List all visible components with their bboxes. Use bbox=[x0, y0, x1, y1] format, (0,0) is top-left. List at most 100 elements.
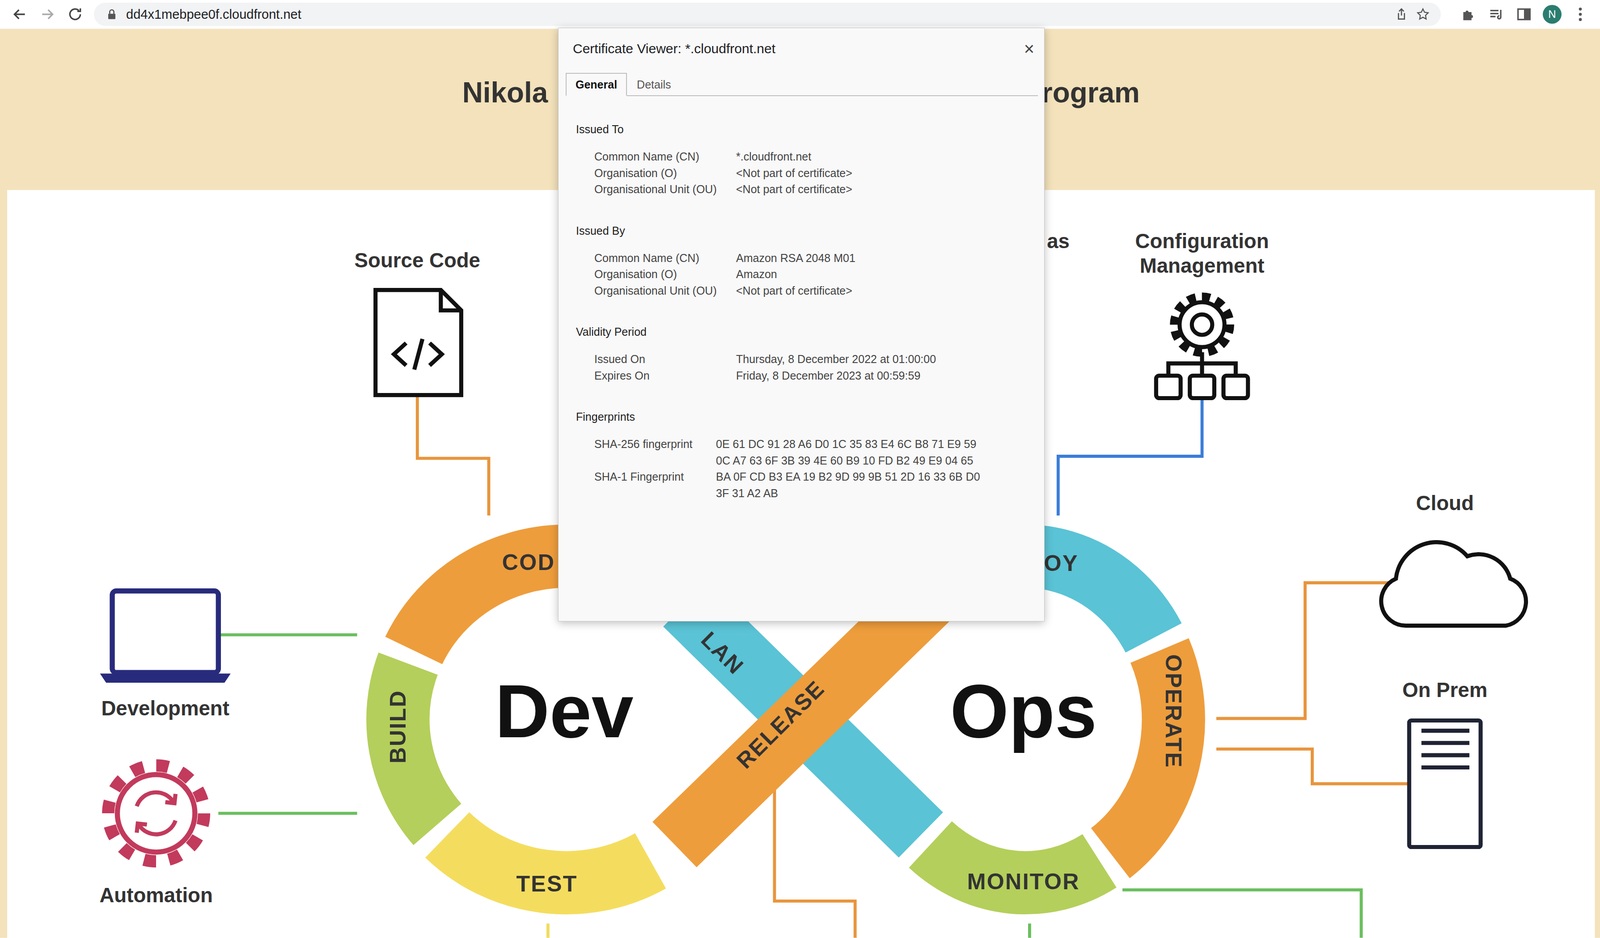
share-icon[interactable] bbox=[1394, 7, 1409, 22]
connector-line bbox=[1028, 923, 1032, 938]
cert-section: Issued To Common Name (CN)*.cloudfront.ne… bbox=[575, 121, 1036, 198]
node-label: Development bbox=[101, 697, 230, 720]
partial-node-label: as bbox=[1046, 229, 1070, 253]
close-button[interactable]: × bbox=[1024, 40, 1035, 57]
field-value: <Not part of certificate> bbox=[736, 181, 1036, 198]
field-list: Common Name (CN)*.cloudfront.netOrganisa… bbox=[575, 148, 1036, 198]
page-title-right: rogram bbox=[1041, 76, 1140, 109]
field-label: Organisation (O) bbox=[594, 165, 737, 182]
cert-section: Issued By Common Name (CN)Amazon RSA 2048… bbox=[575, 222, 1036, 300]
field-label: SHA-256 fingerprint bbox=[594, 435, 716, 469]
tab[interactable]: General bbox=[565, 72, 627, 97]
section-heading: Fingerprints bbox=[575, 408, 1036, 425]
node-label: Configuration bbox=[1135, 229, 1270, 253]
field-value: Amazon bbox=[736, 266, 1036, 283]
kebab-menu-icon[interactable] bbox=[1571, 5, 1590, 24]
field-label: Organisation (O) bbox=[594, 266, 737, 283]
diagram-node: Source Code bbox=[354, 249, 481, 395]
stage-band bbox=[674, 585, 941, 845]
diagram-node: Cloud bbox=[1381, 491, 1527, 626]
stage-label: MONITOR bbox=[967, 869, 1080, 895]
ops-label: Ops bbox=[950, 669, 1097, 754]
url-text[interactable]: dd4x1mebpee0f.cloudfront.net bbox=[126, 7, 302, 22]
laptop-icon bbox=[100, 591, 231, 683]
cert-section: Fingerprints SHA-256 fingerprint0E 61 DC … bbox=[575, 408, 1036, 502]
dialog-body: Issued ToCommon Name (CN)*.cloudfront.ne… bbox=[558, 96, 1045, 502]
gear-network-icon bbox=[1155, 297, 1248, 399]
connector-line bbox=[218, 812, 357, 816]
back-arrow-icon[interactable] bbox=[10, 5, 29, 24]
node-label: Management bbox=[1139, 254, 1265, 278]
stage-label: BUILD bbox=[385, 689, 411, 764]
cloud-icon bbox=[1381, 542, 1527, 627]
field-value: <Not part of certificate> bbox=[736, 165, 1036, 182]
connector-line bbox=[1216, 582, 1390, 719]
field-list: SHA-256 fingerprint0E 61 DC 91 28 A6 D0 … bbox=[575, 435, 1036, 502]
field-value: *.cloudfront.net bbox=[736, 148, 1036, 166]
connectors bbox=[218, 395, 1409, 938]
side-panel-icon[interactable] bbox=[1515, 5, 1533, 24]
dialog-title: Certificate Viewer: *.cloudfront.net bbox=[572, 40, 776, 57]
diagram-node: Development bbox=[100, 591, 231, 720]
star-icon[interactable] bbox=[1415, 7, 1431, 22]
diagram-node: Automation bbox=[99, 765, 213, 907]
connector-line bbox=[220, 633, 358, 637]
node-label: Automation bbox=[99, 884, 213, 907]
extensions-puzzle-icon[interactable] bbox=[1459, 5, 1478, 24]
connector-line bbox=[1122, 889, 1362, 938]
page-title-left: Nikola bbox=[462, 76, 549, 109]
stage-label: LAN bbox=[696, 626, 749, 680]
stage-label: TEST bbox=[516, 871, 578, 897]
tab[interactable]: Details bbox=[626, 72, 681, 97]
node-label: Source Code bbox=[354, 249, 481, 272]
stage-label: OPERATE bbox=[1160, 654, 1186, 769]
forward-arrow-icon[interactable] bbox=[38, 5, 57, 24]
field-label: Expires On bbox=[594, 367, 737, 385]
stage-label: OY bbox=[1044, 550, 1079, 576]
source-file-icon bbox=[375, 290, 462, 396]
field-label: Organisational Unit (OU) bbox=[594, 181, 737, 198]
dev-label: Dev bbox=[495, 669, 634, 754]
field-value: Amazon RSA 2048 M01 bbox=[736, 249, 1036, 267]
field-label: Common Name (CN) bbox=[594, 249, 737, 267]
address-bar[interactable]: dd4x1mebpee0f.cloudfront.net bbox=[93, 2, 1441, 26]
field-value: Friday, 8 December 2023 at 00:59:59 bbox=[736, 367, 1036, 385]
cert-section: Validity Period Issued OnThursday, 8 Dece… bbox=[575, 323, 1036, 384]
field-value: <Not part of certificate> bbox=[736, 282, 1036, 300]
connector-line bbox=[774, 788, 856, 938]
connector-line bbox=[1216, 749, 1409, 784]
lock-icon[interactable] bbox=[104, 7, 119, 22]
field-list: Issued OnThursday, 8 December 2022 at 01… bbox=[575, 351, 1036, 384]
connector-line bbox=[417, 395, 489, 516]
media-queue-icon[interactable] bbox=[1487, 5, 1506, 24]
section-heading: Issued To bbox=[575, 121, 1036, 138]
field-label: Issued On bbox=[594, 351, 737, 368]
gear-refresh-icon bbox=[108, 765, 204, 862]
field-label: SHA-1 Fingerprint bbox=[594, 468, 716, 502]
dialog-header: Certificate Viewer: *.cloudfront.net × bbox=[558, 28, 1045, 57]
field-value: 0E 61 DC 91 28 A6 D0 1C 35 83 E4 6C B8 7… bbox=[715, 435, 1036, 469]
node-label: On Prem bbox=[1402, 678, 1488, 702]
diagram-node: On Prem bbox=[1402, 678, 1488, 847]
field-label: Organisational Unit (OU) bbox=[594, 282, 737, 300]
diagram-node: ConfigurationManagement bbox=[1135, 229, 1270, 398]
stage-label: COD bbox=[502, 550, 555, 576]
connector-line bbox=[546, 923, 550, 938]
field-label: Common Name (CN) bbox=[594, 148, 737, 166]
certificate-dialog: Certificate Viewer: *.cloudfront.net × Gen… bbox=[558, 27, 1045, 622]
reload-icon[interactable] bbox=[66, 5, 85, 24]
section-heading: Validity Period bbox=[575, 323, 1036, 340]
connector-line bbox=[1058, 399, 1203, 516]
profile-avatar[interactable]: N bbox=[1542, 4, 1562, 24]
field-list: Common Name (CN)Amazon RSA 2048 M01Organ… bbox=[575, 249, 1036, 300]
server-icon bbox=[1409, 720, 1481, 848]
stage-label: RELEASE bbox=[731, 675, 830, 774]
tab-bar: GeneralDetails bbox=[565, 72, 1038, 97]
node-label: Cloud bbox=[1416, 491, 1474, 515]
field-value: Thursday, 8 December 2022 at 01:00:00 bbox=[736, 351, 1036, 368]
section-heading: Issued By bbox=[575, 222, 1036, 239]
loop-stage bbox=[674, 585, 941, 845]
field-value: BA 0F CD B3 EA 19 B2 9D 99 9B 51 2D 16 3… bbox=[715, 468, 1036, 502]
browser-window: dd4x1mebpee0f.cloudfront.net N Nikola rogra… bbox=[0, 0, 1600, 938]
browser-toolbar: dd4x1mebpee0f.cloudfront.net N bbox=[0, 0, 1600, 29]
